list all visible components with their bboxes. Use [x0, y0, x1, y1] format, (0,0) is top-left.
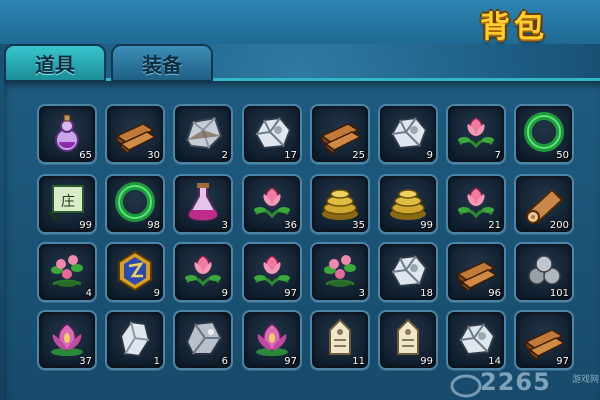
item-count: 99	[420, 220, 433, 231]
item-count: 200	[549, 220, 569, 231]
item-count: 97	[284, 288, 297, 299]
item-count: 18	[420, 288, 433, 299]
item-count: 65	[79, 150, 92, 161]
inventory-slot[interactable]: 21	[446, 174, 506, 234]
item-count: 99	[79, 220, 92, 231]
inventory-slot[interactable]: 11	[310, 310, 370, 370]
item-count: 30	[147, 150, 160, 161]
inventory-slot[interactable]: 98	[105, 174, 165, 234]
tab-items[interactable]: 道具	[4, 44, 106, 82]
item-count: 96	[488, 288, 501, 299]
item-count: 11	[352, 356, 365, 367]
inventory-slot[interactable]: 14	[446, 310, 506, 370]
inventory-slot[interactable]: 1	[105, 310, 165, 370]
inventory-slot[interactable]: 6	[173, 310, 233, 370]
inventory-slot[interactable]: 9	[173, 242, 233, 302]
item-count: 9	[221, 288, 228, 299]
item-count: 37	[79, 356, 92, 367]
item-count: 9	[153, 288, 160, 299]
watermark-subtext: 游戏网	[572, 375, 600, 385]
inventory-slot[interactable]: 17	[242, 104, 302, 164]
item-count: 25	[352, 150, 365, 161]
inventory-slot[interactable]: 65	[37, 104, 97, 164]
inventory-slot[interactable]: 30	[105, 104, 165, 164]
page-title: 背包	[480, 10, 548, 45]
inventory-slot[interactable]: 2	[173, 104, 233, 164]
inventory-slot[interactable]: 200	[514, 174, 574, 234]
item-count: 98	[147, 220, 160, 231]
item-count: 7	[494, 150, 501, 161]
inventory-slot[interactable]: 99	[378, 310, 438, 370]
item-count: 3	[358, 288, 365, 299]
inventory-slot[interactable]: 3	[173, 174, 233, 234]
item-count: 2	[221, 150, 228, 161]
inventory-slot[interactable]: 3	[310, 242, 370, 302]
inventory-slot[interactable]: 99	[378, 174, 438, 234]
item-count: 21	[488, 220, 501, 231]
item-count: 14	[488, 356, 501, 367]
inventory-slot[interactable]: 50	[514, 104, 574, 164]
watermark-text: 2265	[480, 368, 551, 396]
inventory-slot[interactable]: 37	[37, 310, 97, 370]
item-count: 101	[549, 288, 569, 299]
item-count: 97	[284, 356, 297, 367]
item-count: 1	[153, 356, 160, 367]
item-count: 9	[426, 150, 433, 161]
inventory-slot[interactable]: 9	[105, 242, 165, 302]
game-screen: 背包 道具 装备 65 30 2 17 25 9 7 50 庄 99 98 3 36 35 99 21 200 4…	[0, 0, 600, 400]
inventory-slot[interactable]: 35	[310, 174, 370, 234]
inventory-slot[interactable]: 97	[242, 310, 302, 370]
inventory-slot[interactable]: 7	[446, 104, 506, 164]
inventory-slot[interactable]: 36	[242, 174, 302, 234]
item-count: 99	[420, 356, 433, 367]
inventory-slot[interactable]: 9	[378, 104, 438, 164]
inventory-slot[interactable]: 101	[514, 242, 574, 302]
item-count: 6	[221, 356, 228, 367]
inventory-slot[interactable]: 97	[514, 310, 574, 370]
svg-text:庄: 庄	[61, 193, 75, 210]
item-count: 36	[284, 220, 297, 231]
inventory-slot[interactable]: 25	[310, 104, 370, 164]
item-count: 17	[284, 150, 297, 161]
item-count: 97	[556, 356, 569, 367]
tab-equipment[interactable]: 装备	[111, 44, 213, 82]
item-count: 35	[352, 220, 365, 231]
inventory-slot[interactable]: 18	[378, 242, 438, 302]
item-count: 3	[221, 220, 228, 231]
item-count: 4	[85, 288, 92, 299]
inventory-slot[interactable]: 4	[37, 242, 97, 302]
item-count: 50	[556, 150, 569, 161]
inventory-slot[interactable]: 96	[446, 242, 506, 302]
inventory-slot[interactable]: 97	[242, 242, 302, 302]
inventory-slot[interactable]: 庄 99	[37, 174, 97, 234]
